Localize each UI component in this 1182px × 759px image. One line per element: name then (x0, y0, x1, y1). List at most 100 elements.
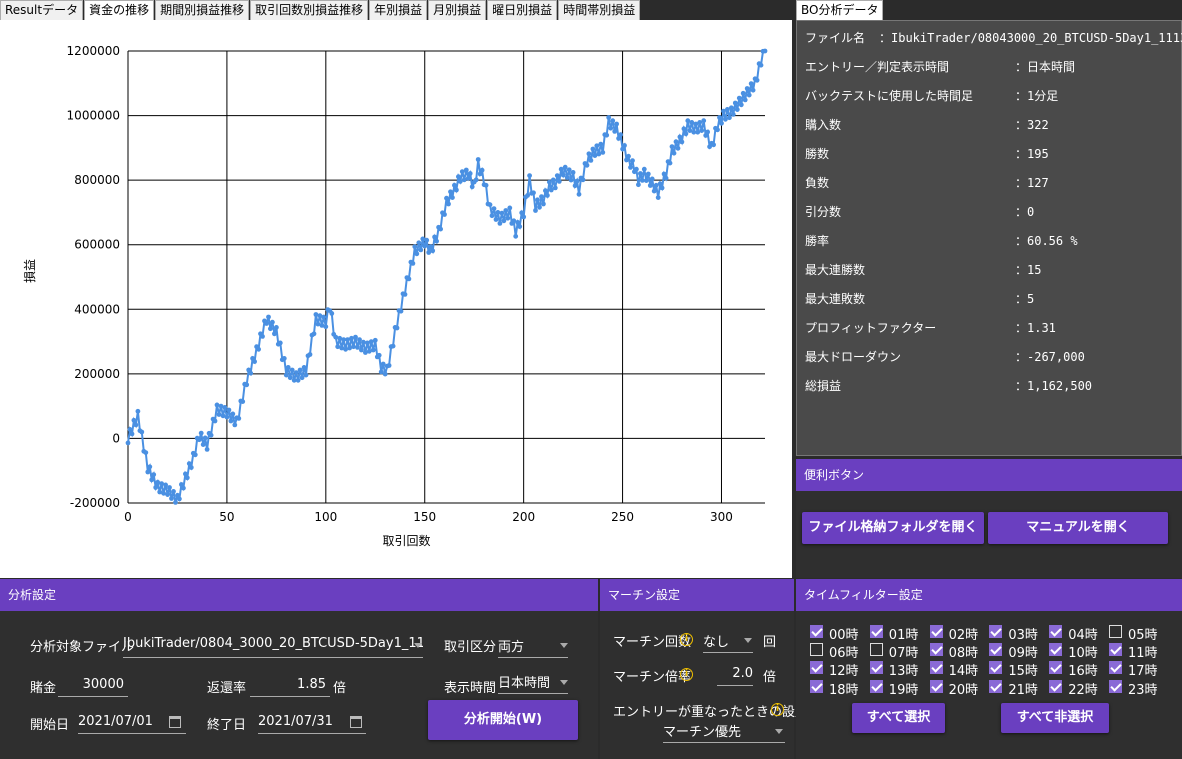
checkbox-unchecked-icon[interactable] (869, 643, 883, 657)
hour-checkbox[interactable]: 16時 (1049, 660, 1099, 680)
trade-type-value: 両方 (498, 640, 525, 655)
display-time-chevron-icon[interactable] (560, 680, 568, 685)
hour-checkbox[interactable]: 03時 (989, 624, 1039, 643)
checkbox-checked-icon[interactable] (989, 661, 1003, 675)
display-time-select[interactable]: 日本時間 (498, 672, 568, 694)
tab-4[interactable]: 年別損益 (369, 0, 428, 20)
hour-checkbox[interactable]: 01時 (869, 624, 920, 643)
hour-checkbox[interactable]: 04時 (1049, 624, 1099, 643)
hour-label: 16時 (1068, 664, 1098, 680)
hour-checkbox[interactable]: 06時 (810, 642, 860, 661)
data-point (657, 181, 663, 187)
overlap-select[interactable]: マーチン優先 (663, 721, 785, 743)
data-point (376, 352, 382, 358)
data-point (361, 339, 366, 345)
tab-2[interactable]: 期間別損益推移 (155, 0, 250, 20)
hour-checkbox[interactable]: 14時 (929, 660, 980, 679)
overlap-chevron-icon[interactable] (775, 729, 783, 734)
checkbox-checked-icon[interactable] (989, 643, 1003, 657)
hour-checkbox[interactable]: 13時 (869, 660, 920, 679)
data-point (143, 450, 149, 455)
open-folder-button[interactable]: ファイル格納フォルダを開く (802, 512, 984, 544)
tab-6[interactable]: 曜日別損益 (487, 0, 558, 20)
data-point (127, 427, 133, 432)
trade-type-chevron-icon[interactable] (560, 643, 568, 648)
info-icon[interactable]: i (680, 668, 693, 681)
checkbox-checked-icon[interactable] (1109, 661, 1122, 675)
checkbox-checked-icon[interactable] (1109, 643, 1122, 657)
checkbox-checked-icon[interactable] (1109, 679, 1122, 693)
martin-count-chevron-icon[interactable] (744, 638, 752, 643)
checkbox-checked-icon[interactable] (929, 661, 943, 675)
hour-checkbox[interactable]: 23時 (1109, 679, 1159, 698)
hour-checkbox[interactable]: 02時 (929, 624, 980, 643)
deselect-all-button[interactable]: すべて非選択 (1001, 703, 1109, 733)
hour-checkbox[interactable]: 07時 (869, 642, 920, 661)
hour-checkbox[interactable]: 20時 (929, 679, 980, 698)
data-point (329, 311, 335, 316)
info-icon[interactable]: i (771, 703, 784, 716)
data-point (638, 171, 643, 176)
bet-input[interactable]: 30000 (58, 677, 128, 697)
checkbox-unchecked-icon[interactable] (1109, 625, 1122, 638)
open-manual-button[interactable]: マニュアルを開く (988, 512, 1168, 544)
tab-7[interactable]: 時間帯別損益 (558, 0, 641, 20)
hour-checkbox[interactable]: 19時 (869, 679, 920, 698)
data-point (184, 475, 190, 481)
tab-0[interactable]: Resultデータ (0, 0, 84, 20)
checkbox-checked-icon[interactable] (869, 679, 883, 693)
tab-5[interactable]: 月別損益 (428, 0, 487, 20)
bo-data-value: ：195 (1015, 147, 1049, 161)
hour-checkbox[interactable]: 12時 (810, 660, 860, 679)
checkbox-checked-icon[interactable] (1049, 625, 1063, 638)
checkbox-checked-icon[interactable] (929, 643, 943, 657)
hour-checkbox[interactable]: 10時 (1049, 642, 1099, 661)
hour-checkbox[interactable]: 22時 (1049, 679, 1099, 698)
start-analysis-button[interactable]: 分析開始(W) (428, 700, 578, 740)
checkbox-checked-icon[interactable] (929, 679, 943, 693)
bo-data-key: エントリー／判定表示時間 (805, 60, 950, 74)
hour-checkbox[interactable]: 00時 (810, 624, 860, 643)
data-point (287, 375, 293, 381)
checkbox-checked-icon[interactable] (1049, 679, 1063, 693)
calendar-icon[interactable] (169, 716, 181, 728)
tab-bo-analysis[interactable]: BO分析データ (796, 0, 884, 20)
trade-type-label: 取引区分 (444, 640, 497, 655)
file-select[interactable]: IbukiTrader/0804_3000_20_BTCUSD-5Day1_11… (123, 636, 423, 658)
tab-1[interactable]: 資金の推移 (84, 0, 155, 20)
data-point (669, 144, 675, 149)
checkbox-checked-icon[interactable] (929, 625, 943, 638)
hour-label: 02時 (948, 628, 979, 643)
tab-3[interactable]: 取引回数別損益推移 (250, 0, 369, 20)
checkbox-checked-icon[interactable] (869, 625, 883, 638)
calendar-icon[interactable] (350, 716, 362, 728)
data-point (590, 146, 596, 152)
hour-checkbox[interactable]: 08時 (929, 642, 980, 661)
hour-checkbox[interactable]: 17時 (1109, 660, 1159, 679)
data-point (301, 365, 307, 370)
select-all-button[interactable]: すべて選択 (852, 703, 945, 733)
checkbox-checked-icon[interactable] (1049, 643, 1063, 657)
hour-checkbox[interactable]: 09時 (989, 642, 1039, 661)
checkbox-checked-icon[interactable] (810, 661, 823, 675)
checkbox-checked-icon[interactable] (1049, 661, 1063, 675)
info-icon[interactable]: i (680, 633, 693, 646)
checkbox-checked-icon[interactable] (869, 661, 883, 675)
checkbox-checked-icon[interactable] (989, 625, 1003, 638)
hour-checkbox[interactable]: 18時 (810, 679, 860, 698)
data-point (552, 185, 558, 191)
hour-checkbox[interactable]: 11時 (1109, 642, 1159, 661)
x-tick-label: 100 (314, 510, 337, 524)
checkbox-unchecked-icon[interactable] (810, 643, 823, 657)
hour-checkbox[interactable]: 15時 (989, 660, 1039, 679)
return-input[interactable]: 1.85 (250, 677, 330, 697)
checkbox-checked-icon[interactable] (810, 679, 823, 693)
data-point (612, 129, 618, 134)
martin-rate-input[interactable]: 2.0 (717, 666, 753, 686)
checkbox-checked-icon[interactable] (989, 679, 1003, 693)
checkbox-checked-icon[interactable] (810, 625, 823, 638)
hour-checkbox[interactable]: 05時 (1109, 624, 1159, 643)
hour-checkbox[interactable]: 21時 (989, 679, 1039, 698)
file-select-chevron-icon[interactable] (414, 643, 422, 648)
trade-type-select[interactable]: 両方 (498, 636, 568, 658)
